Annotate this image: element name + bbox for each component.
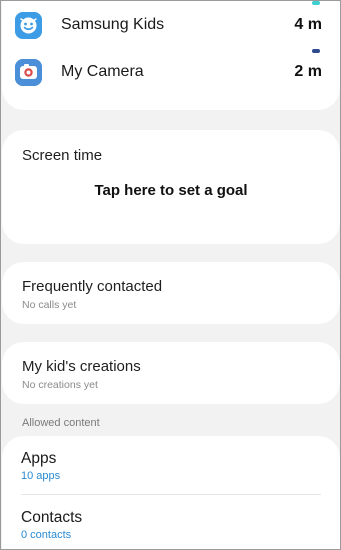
samsung-kids-icon	[15, 11, 42, 39]
set-goal-link[interactable]: Tap here to set a goal	[2, 182, 340, 199]
kids-creations-title: My kid's creations	[22, 358, 141, 375]
app-usage-time: 2 m	[294, 63, 322, 80]
app-name: My Camera	[61, 63, 144, 80]
allowed-contacts-item[interactable]: Contacts 0 contacts	[2, 496, 340, 549]
app-usage-card: Samsung Kids 4 m My Camera 2 m	[2, 1, 340, 110]
allowed-contacts-count: 0 contacts	[21, 529, 72, 541]
frequently-contacted-title: Frequently contacted	[22, 278, 163, 295]
kids-creations-card[interactable]: My kid's creations No creations yet	[2, 342, 340, 404]
app-usage-row-samsung-kids[interactable]: Samsung Kids 4 m	[15, 1, 322, 42]
allowed-content-card: Apps 10 apps Contacts 0 contacts	[2, 436, 340, 549]
usage-indicator-dot	[312, 49, 320, 53]
parental-control-screen: Samsung Kids 4 m My Camera 2 m Screen ti…	[0, 0, 341, 550]
divider	[21, 494, 321, 495]
allowed-apps-item[interactable]: Apps 10 apps	[2, 436, 340, 494]
allowed-apps-count: 10 apps	[21, 470, 61, 482]
app-usage-time: 4 m	[294, 16, 322, 33]
screen-time-card[interactable]: Screen time Tap here to set a goal	[2, 130, 340, 244]
frequently-contacted-card[interactable]: Frequently contacted No calls yet	[2, 262, 340, 324]
allowed-contacts-title: Contacts	[21, 509, 83, 526]
allowed-content-header: Allowed content	[22, 417, 100, 429]
allowed-apps-title: Apps	[21, 450, 57, 467]
frequently-contacted-subtitle: No calls yet	[22, 299, 77, 311]
usage-indicator-dot	[312, 1, 320, 5]
kids-creations-subtitle: No creations yet	[22, 379, 98, 391]
my-camera-icon	[15, 58, 42, 86]
screen-time-title: Screen time	[22, 147, 103, 164]
app-name: Samsung Kids	[61, 16, 165, 33]
app-usage-row-my-camera[interactable]: My Camera 2 m	[15, 49, 322, 89]
